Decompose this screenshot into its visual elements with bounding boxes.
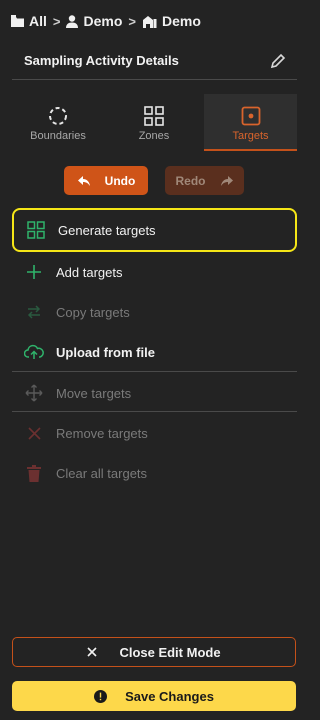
breadcrumb-separator: > (52, 13, 61, 29)
close-edit-mode-button[interactable]: Close Edit Mode (12, 637, 296, 667)
action-label: Copy targets (56, 304, 130, 320)
tab-zones[interactable]: Zones (108, 94, 200, 149)
copy-targets-button[interactable]: Copy targets (12, 292, 297, 332)
breadcrumb-label: Demo (161, 13, 201, 29)
page-title: Sampling Activity Details (24, 53, 179, 68)
move-icon (24, 383, 44, 403)
x-icon (24, 423, 44, 443)
redo-arrow-icon (220, 175, 233, 186)
move-targets-button[interactable]: Move targets (12, 373, 297, 413)
breadcrumb-label: All (29, 13, 47, 29)
remove-targets-button[interactable]: Remove targets (12, 413, 297, 453)
breadcrumb-separator: > (128, 13, 136, 29)
save-changes-button[interactable]: Save Changes (12, 681, 296, 711)
cloud-upload-icon (24, 342, 44, 362)
breadcrumb-demo-farm[interactable]: Demo (142, 13, 201, 29)
person-icon (66, 14, 79, 28)
swap-arrows-icon (24, 302, 44, 322)
generate-targets-button[interactable]: Generate targets (12, 208, 297, 252)
tab-label: Zones (138, 130, 170, 142)
divider (12, 79, 297, 80)
action-label: Move targets (56, 385, 132, 401)
close-edit-mode-label: Close Edit Mode (119, 644, 221, 660)
breadcrumb-all[interactable]: All (11, 13, 47, 29)
upload-from-file-button[interactable]: Upload from file (12, 332, 297, 372)
pencil-icon[interactable] (270, 53, 286, 69)
action-label: Generate targets (58, 222, 156, 238)
alert-circle-icon (94, 689, 108, 703)
divider (12, 411, 297, 412)
save-changes-label: Save Changes (125, 688, 214, 704)
boundary-icon (49, 107, 67, 125)
undo-label: Undo (104, 173, 136, 188)
action-label: Upload from file (56, 344, 155, 360)
trash-icon (24, 463, 44, 483)
undo-arrow-icon (77, 175, 90, 186)
grid-icon (26, 220, 46, 240)
redo-label: Redo (175, 173, 206, 188)
tab-boundaries[interactable]: Boundaries (12, 94, 104, 149)
tab-label: Targets (232, 130, 269, 142)
undo-button[interactable]: Undo (64, 166, 148, 195)
plus-icon (24, 262, 44, 282)
action-label: Remove targets (56, 425, 148, 441)
clear-all-targets-button[interactable]: Clear all targets (12, 453, 297, 493)
redo-button[interactable]: Redo (165, 166, 244, 195)
divider (12, 371, 297, 372)
target-icon (241, 106, 260, 126)
breadcrumb: All > Demo > Demo (11, 10, 201, 32)
folder-icon (11, 15, 24, 27)
add-targets-button[interactable]: Add targets (12, 252, 297, 292)
close-icon (87, 647, 98, 657)
breadcrumb-label: Demo (83, 13, 123, 29)
breadcrumb-demo-user[interactable]: Demo (66, 13, 122, 29)
farm-icon (142, 15, 157, 28)
tab-targets[interactable]: Targets (204, 94, 297, 151)
action-label: Clear all targets (56, 465, 148, 481)
tab-label: Boundaries (30, 130, 86, 142)
zones-grid-icon (144, 106, 164, 126)
action-label: Add targets (56, 264, 123, 280)
